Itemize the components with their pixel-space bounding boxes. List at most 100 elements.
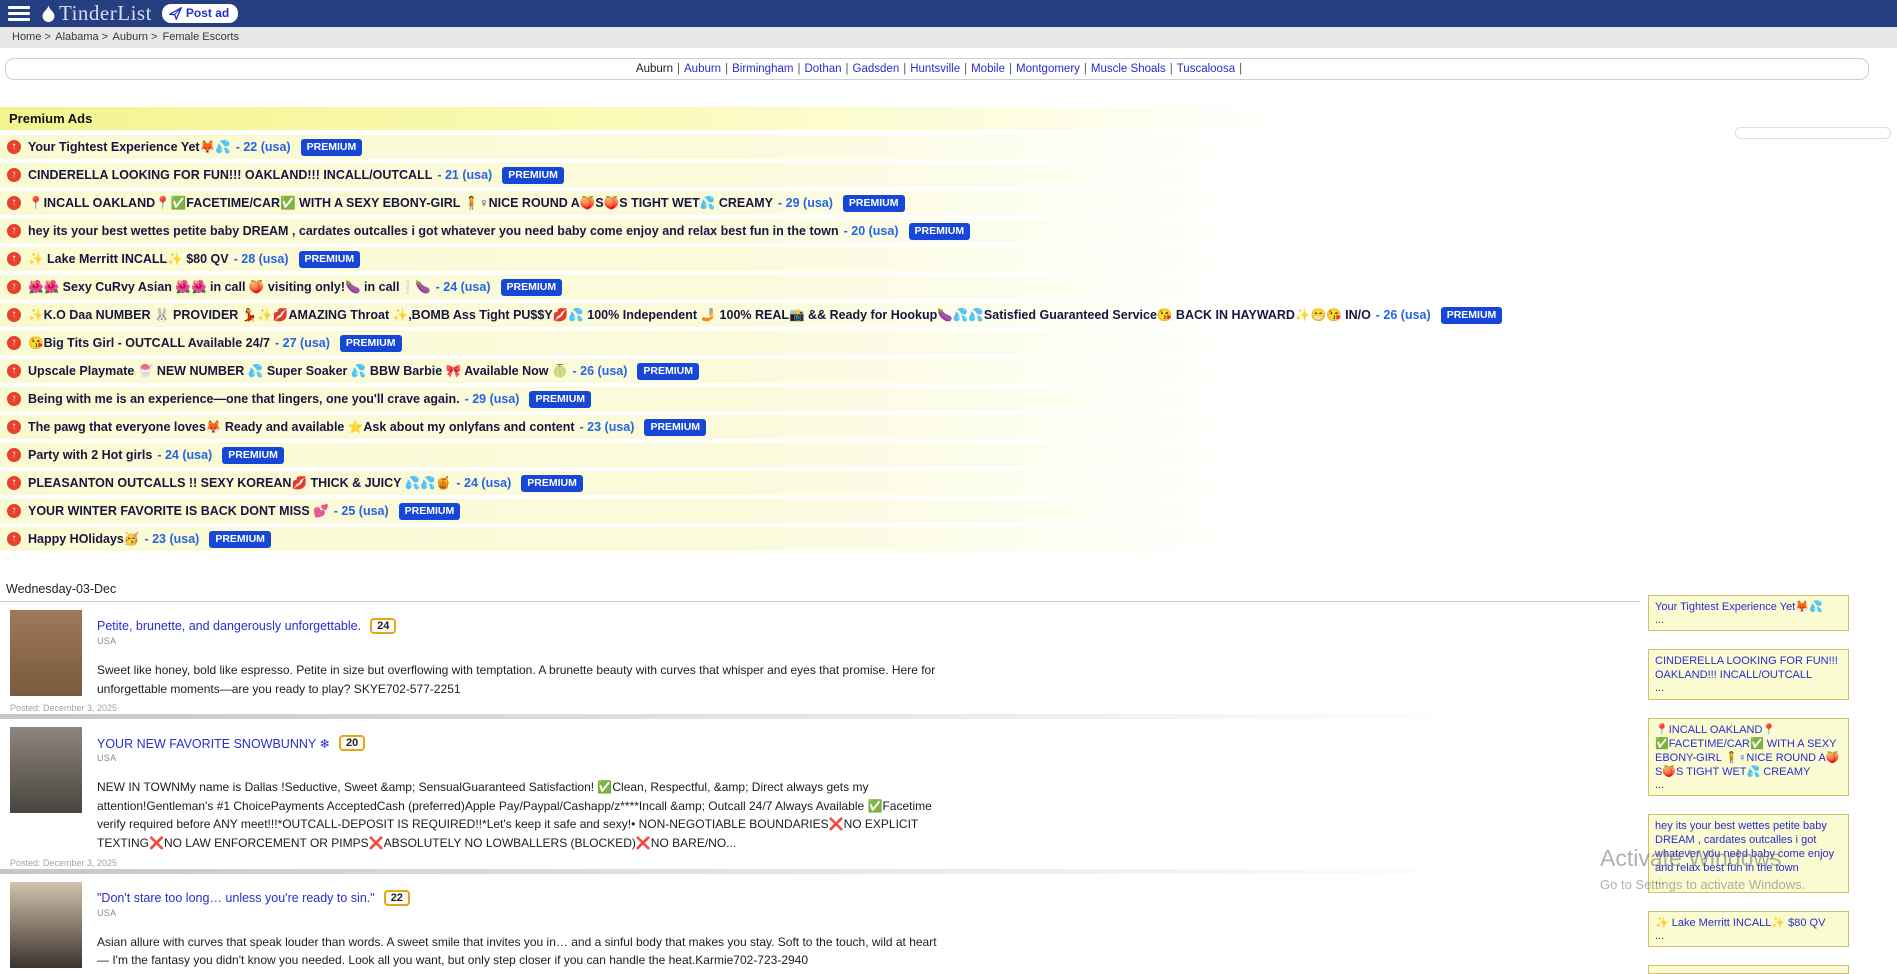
premium-badge: PREMIUM (399, 503, 461, 520)
up-arrow-icon: ↑ (7, 196, 21, 210)
sidebar-premium-box[interactable] (1648, 965, 1849, 974)
city-separator: | (677, 63, 680, 75)
premium-badge: PREMIUM (209, 531, 271, 548)
listing-title-link[interactable]: Petite, brunette, and dangerously unforg… (97, 619, 361, 633)
listing-thumbnail[interactable] (10, 610, 82, 696)
premium-ad-age: - 21 (usa) (437, 168, 492, 182)
premium-ad-row[interactable]: ↑ ✨ Lake Merritt INCALL✨ $80 QV - 28 (us… (0, 247, 1350, 271)
city-link[interactable]: Tuscaloosa (1177, 63, 1235, 75)
premium-ad-row[interactable]: ↑ hey its your best wettes petite baby D… (0, 219, 1350, 243)
city-link[interactable]: Montgomery (1016, 63, 1080, 75)
premium-ad-title[interactable]: hey its your best wettes petite baby DRE… (28, 224, 839, 238)
premium-ad-title[interactable]: Happy HOlidays🥳 (28, 532, 139, 547)
premium-ad-row[interactable]: ↑ CINDERELLA LOOKING FOR FUN!!! OAKLAND!… (0, 163, 1350, 187)
premium-ad-title[interactable]: 🌺🌺 Sexy CuRvy Asian 🌺🌺 in call 🍑 visitin… (28, 280, 431, 295)
age-badge: 24 (370, 618, 396, 634)
city-link[interactable]: Mobile (971, 63, 1005, 75)
sidebar-premium-box[interactable]: CINDERELLA LOOKING FOR FUN!!! OAKLAND!!!… (1648, 649, 1849, 699)
empty-ad-placeholder (1735, 127, 1891, 139)
breadcrumb-item[interactable]: Auburn (113, 31, 148, 43)
premium-ad-title[interactable]: PLEASANTON OUTCALLS !! SEXY KOREAN💋 THIC… (28, 476, 451, 491)
premium-ad-age: - 27 (usa) (275, 336, 330, 350)
sidebar-ad-title[interactable]: CINDERELLA LOOKING FOR FUN!!! OAKLAND!!!… (1655, 654, 1842, 682)
premium-ads-heading: Premium Ads (0, 107, 1350, 130)
listing-title-link[interactable]: YOUR NEW FAVORITE SNOWBUNNY ❄ (97, 736, 330, 751)
premium-ad-row[interactable]: ↑ 📍INCALL OAKLAND📍✅FACETIME/CAR✅ WITH A … (0, 191, 1350, 215)
premium-ad-title[interactable]: CINDERELLA LOOKING FOR FUN!!! OAKLAND!!!… (28, 168, 432, 182)
post-ad-label: Post ad (186, 6, 229, 20)
city-link[interactable]: Dothan (804, 63, 841, 75)
breadcrumb-item[interactable]: Alabama (55, 31, 98, 43)
up-arrow-icon: ↑ (7, 252, 21, 266)
premium-ad-title[interactable]: YOUR WINTER FAVORITE IS BACK DONT MISS 💕 (28, 504, 329, 519)
hamburger-menu-icon[interactable] (8, 6, 30, 21)
premium-badge: PREMIUM (299, 251, 361, 268)
breadcrumb-separator: > (151, 31, 157, 43)
premium-badge: PREMIUM (1441, 307, 1503, 324)
breadcrumb: Home> Alabama> Auburn> Female Escorts (0, 27, 1897, 48)
premium-ad-row[interactable]: ↑ PLEASANTON OUTCALLS !! SEXY KOREAN💋 TH… (0, 471, 1350, 495)
premium-ad-title[interactable]: Party with 2 Hot girls (28, 448, 152, 462)
listing-location: USA (97, 753, 1640, 763)
listing-description: Asian allure with curves that speak loud… (97, 933, 939, 970)
sidebar-ad-title[interactable]: Your Tightest Experience Yet🦊💦 (1655, 600, 1842, 614)
sidebar-ad-more: ... (1655, 614, 1842, 627)
premium-ad-row[interactable]: ↑ Party with 2 Hot girls - 24 (usa) PREM… (0, 443, 1350, 467)
premium-ad-title[interactable]: 📍INCALL OAKLAND📍✅FACETIME/CAR✅ WITH A SE… (28, 196, 773, 211)
premium-ad-row[interactable]: ↑ Happy HOlidays🥳 - 23 (usa) PREMIUM (0, 527, 1350, 551)
city-links-box: Auburn| Auburn| Birmingham| Dothan| Gads… (5, 58, 1869, 80)
sidebar-ad-more: ... (1655, 779, 1842, 792)
city-link[interactable]: Muscle Shoals (1091, 63, 1166, 75)
city-link[interactable]: Auburn (636, 63, 673, 75)
premium-ad-title[interactable]: 😘Big Tits Girl - OUTCALL Available 24/7 (28, 336, 270, 351)
sidebar-ad-title[interactable]: hey its your best wettes petite baby DRE… (1655, 819, 1842, 875)
premium-ad-age: - 24 (usa) (456, 476, 511, 490)
sidebar-premium-box[interactable]: Your Tightest Experience Yet🦊💦 ... (1648, 595, 1849, 631)
listing-location: USA (97, 908, 1640, 918)
sidebar-ad-title[interactable]: 📍INCALL OAKLAND📍 ✅FACETIME/CAR✅ WITH A S… (1655, 723, 1842, 779)
premium-ad-row[interactable]: ↑ Your Tightest Experience Yet🦊💦 - 22 (u… (0, 135, 1350, 159)
premium-ad-age: - 23 (usa) (580, 420, 635, 434)
city-link[interactable]: Gadsden (853, 63, 900, 75)
breadcrumb-item[interactable]: Home (12, 31, 41, 43)
up-arrow-icon: ↑ (7, 504, 21, 518)
premium-ad-row[interactable]: ↑ The pawg that everyone loves🦊 Ready an… (0, 415, 1350, 439)
up-arrow-icon: ↑ (7, 392, 21, 406)
breadcrumb-item[interactable]: Female Escorts (163, 31, 239, 43)
premium-ad-row[interactable]: ↑ Being with me is an experience—one tha… (0, 387, 1350, 411)
listing-thumbnail[interactable] (10, 727, 82, 813)
premium-ad-age: - 29 (usa) (465, 392, 520, 406)
premium-ad-row[interactable]: ↑ 🌺🌺 Sexy CuRvy Asian 🌺🌺 in call 🍑 visit… (0, 275, 1350, 299)
sidebar-ad-title[interactable]: ✨ Lake Merritt INCALL✨ $80 QV (1655, 916, 1842, 930)
premium-ad-row[interactable]: ↑ 😘Big Tits Girl - OUTCALL Available 24/… (0, 331, 1350, 355)
premium-ad-title[interactable]: The pawg that everyone loves🦊 Ready and … (28, 420, 575, 435)
premium-ad-title[interactable]: ✨ Lake Merritt INCALL✨ $80 QV (28, 252, 229, 267)
premium-ad-title[interactable]: ✨K.O Daa NUMBER 🐰 PROVIDER 💃✨💋AMAZING Th… (28, 308, 1371, 323)
premium-ad-title[interactable]: Upscale Playmate 🍧 NEW NUMBER 💦 Super So… (28, 364, 568, 379)
city-link[interactable]: Huntsville (910, 63, 960, 75)
city-separator: | (964, 63, 967, 75)
premium-badge: PREMIUM (637, 363, 699, 380)
sidebar-premium-box[interactable]: hey its your best wettes petite baby DRE… (1648, 814, 1849, 893)
sidebar-premium-box[interactable]: 📍INCALL OAKLAND📍 ✅FACETIME/CAR✅ WITH A S… (1648, 718, 1849, 797)
premium-ad-title[interactable]: Being with me is an experience—one that … (28, 392, 460, 406)
sidebar-premium-box[interactable]: ✨ Lake Merritt INCALL✨ $80 QV ... (1648, 911, 1849, 947)
listing-description: NEW IN TOWNMy name is Dallas !Seductive,… (97, 778, 939, 852)
listing-title-link[interactable]: "Don't stare too long… unless you're rea… (97, 891, 375, 905)
premium-ad-row[interactable]: ↑ ✨K.O Daa NUMBER 🐰 PROVIDER 💃✨💋AMAZING … (0, 303, 1350, 327)
city-link[interactable]: Birmingham (732, 63, 793, 75)
listings-feed: Wednesday-03-Dec Petite, brunette, and d… (0, 578, 1640, 974)
premium-ad-row[interactable]: ↑ Upscale Playmate 🍧 NEW NUMBER 💦 Super … (0, 359, 1350, 383)
city-link[interactable]: Auburn (684, 63, 721, 75)
premium-badge: PREMIUM (843, 195, 905, 212)
premium-ad-row[interactable]: ↑ YOUR WINTER FAVORITE IS BACK DONT MISS… (0, 499, 1350, 523)
premium-ad-age: - 26 (usa) (1376, 308, 1431, 322)
site-logo[interactable]: TinderList (40, 1, 152, 26)
listing-thumbnail[interactable] (10, 882, 82, 968)
up-arrow-icon: ↑ (7, 280, 21, 294)
post-ad-button[interactable]: Post ad (162, 4, 238, 23)
premium-sidebar: Your Tightest Experience Yet🦊💦 ... CINDE… (1648, 595, 1849, 974)
premium-ad-title[interactable]: Your Tightest Experience Yet🦊💦 (28, 140, 231, 155)
city-separator: | (846, 63, 849, 75)
up-arrow-icon: ↑ (7, 168, 21, 182)
